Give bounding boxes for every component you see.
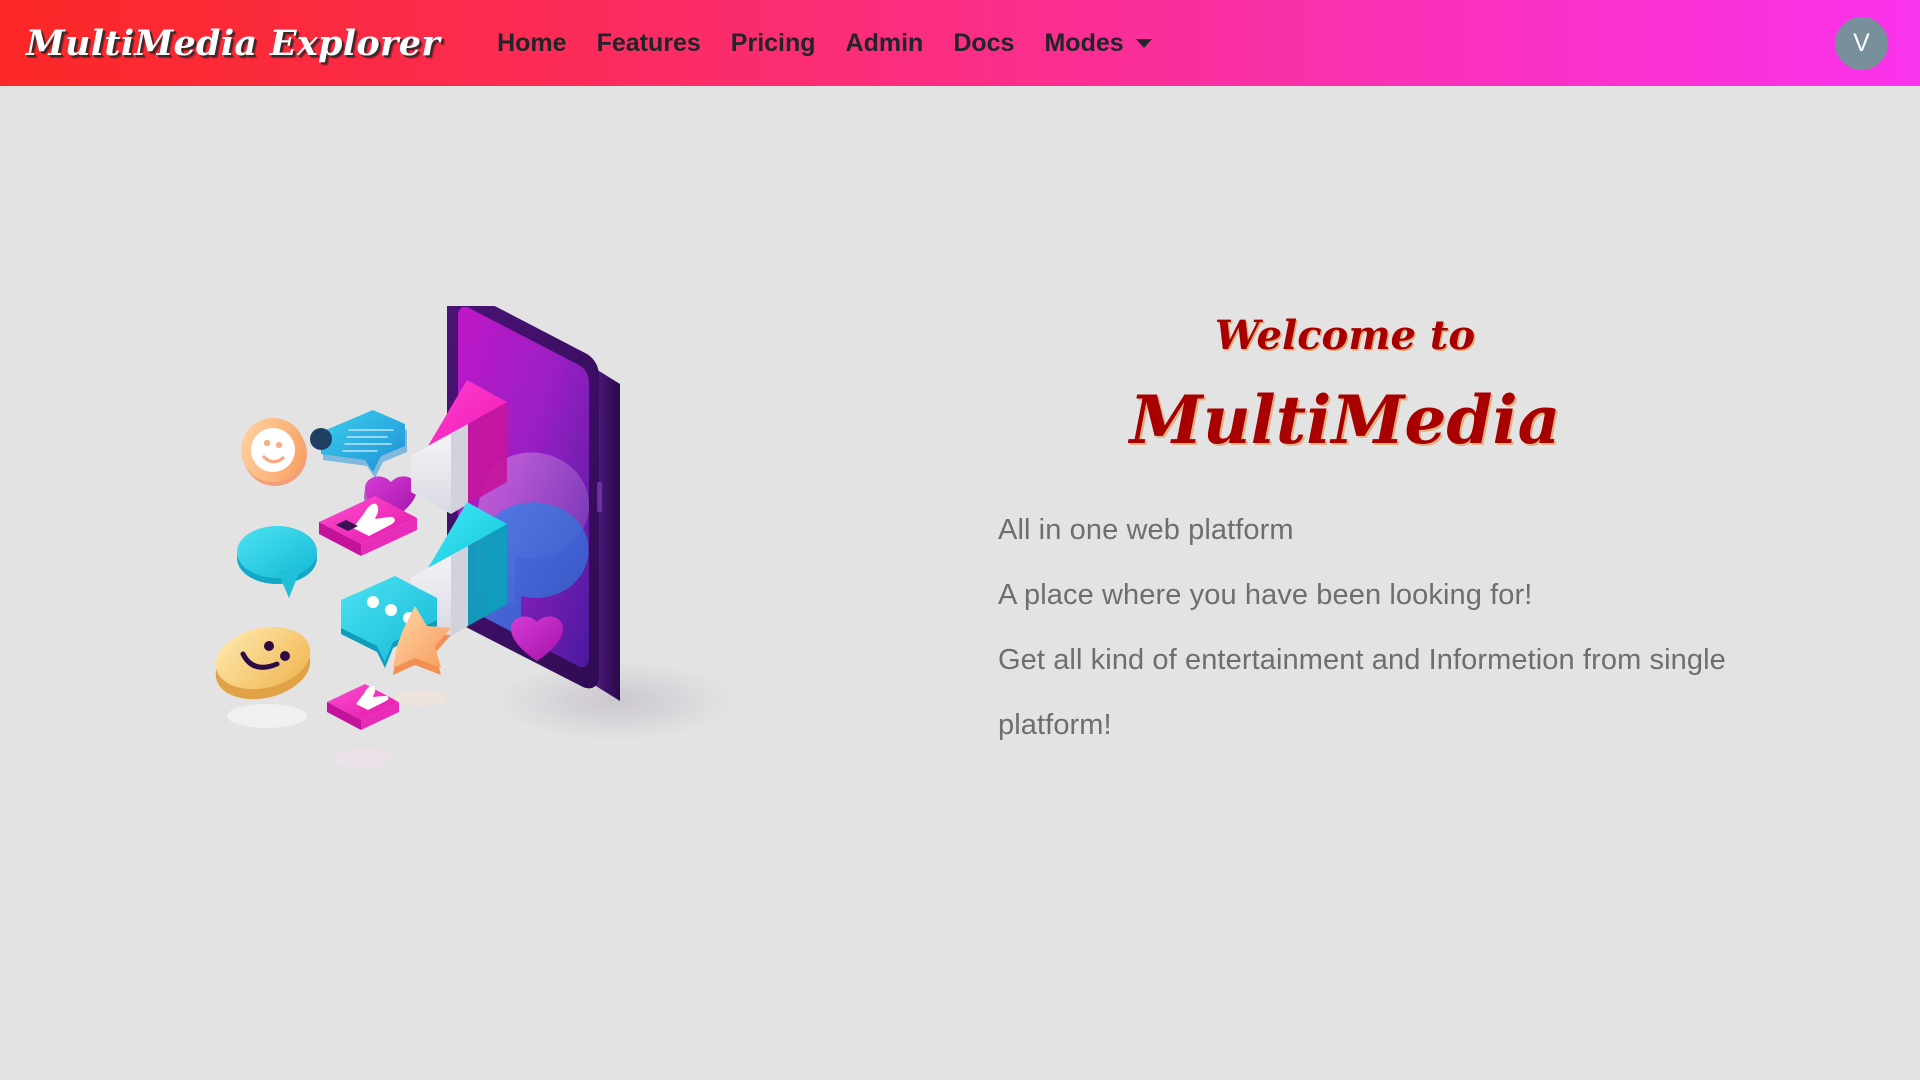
phone-side-button xyxy=(597,482,602,512)
hero-paragraph-1: All in one web platform xyxy=(998,514,1294,547)
hero-paragraph-3: Get all kind of entertainment and Inform… xyxy=(998,644,1726,742)
thumbs-up-card-pink-lower-icon xyxy=(327,684,399,730)
nav-link-admin[interactable]: Admin xyxy=(831,23,939,64)
text-bubble-blue-icon xyxy=(310,410,407,478)
isometric-phone-social-icons-illustration xyxy=(215,288,805,816)
avatar[interactable]: V xyxy=(1835,16,1888,70)
reflection-star xyxy=(394,690,446,706)
nav-links-group: Home Features Pricing Admin Docs Modes xyxy=(482,23,1167,64)
reflection-card xyxy=(333,748,393,768)
reflection-smiley xyxy=(227,704,307,728)
nav-dropdown-modes[interactable]: Modes xyxy=(1029,23,1166,64)
page-title: MultiMedia xyxy=(1129,381,1561,459)
nav-link-pricing[interactable]: Pricing xyxy=(716,23,831,64)
nav-link-home[interactable]: Home xyxy=(482,23,581,64)
chevron-down-icon xyxy=(1135,38,1152,48)
avatar-initial: V xyxy=(1853,28,1870,57)
nav-link-features[interactable]: Features xyxy=(582,23,716,64)
hero-paragraph-2: A place where you have been looking for! xyxy=(998,579,1533,612)
hero-eyebrow: Welcome to xyxy=(1214,312,1476,359)
smiley-coin-gold-icon xyxy=(215,626,311,700)
main-navbar: MultiMedia Explorer Home Features Pricin… xyxy=(0,0,1920,86)
nav-dropdown-modes-label: Modes xyxy=(1044,28,1124,57)
nav-link-docs[interactable]: Docs xyxy=(938,23,1029,64)
smiley-coin-orange-icon xyxy=(241,418,307,486)
hero-illustration-column xyxy=(0,86,960,1080)
hero-description: All in one web platform A place where yo… xyxy=(998,498,1818,758)
brand-logo[interactable]: MultiMedia Explorer xyxy=(26,26,440,61)
hero-section: Welcome to MultiMedia All in one web pla… xyxy=(0,86,1920,1080)
hero-text-column: Welcome to MultiMedia All in one web pla… xyxy=(960,86,1920,1080)
speech-bubble-cyan-icon xyxy=(237,526,317,598)
